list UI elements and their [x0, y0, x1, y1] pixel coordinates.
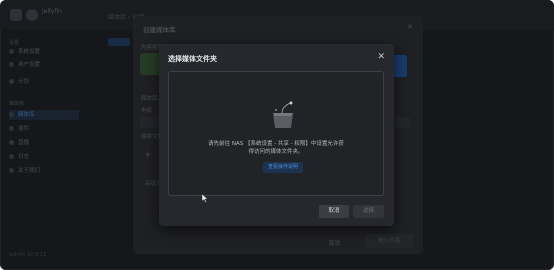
- cancel-button[interactable]: 取消: [319, 205, 349, 218]
- empty-message-line1: 请先前往 NAS 【系统设置 - 共享 - 权限】中设置允许获: [208, 141, 344, 147]
- dialog-title: 选择媒体文件夹: [168, 55, 217, 63]
- close-icon[interactable]: ✕: [377, 52, 385, 62]
- folder-list-area: 请先前往 NAS 【系统设置 - 共享 - 权限】中设置允许获 得访问的媒体文件…: [168, 71, 384, 196]
- app-window: Jellyfin 设置 系统设置 用户设置 计划 媒体库 媒体库 插件 直播 日…: [0, 0, 554, 270]
- empty-message-line2: 得访问的媒体文件夹。: [248, 149, 304, 155]
- mouse-cursor-icon: [202, 194, 208, 203]
- empty-message: 请先前往 NAS 【系统设置 - 共享 - 权限】中设置允许获 得访问的媒体文件…: [169, 140, 383, 156]
- select-folder-dialog: 选择媒体文件夹 ✕ 请先前往 NAS 【系统设置 - 共享 - 权限】中设置允许…: [159, 44, 394, 226]
- view-guide-button[interactable]: 查看操作说明: [263, 162, 303, 173]
- select-button[interactable]: 选择: [353, 205, 384, 218]
- empty-folder-icon: [273, 101, 293, 128]
